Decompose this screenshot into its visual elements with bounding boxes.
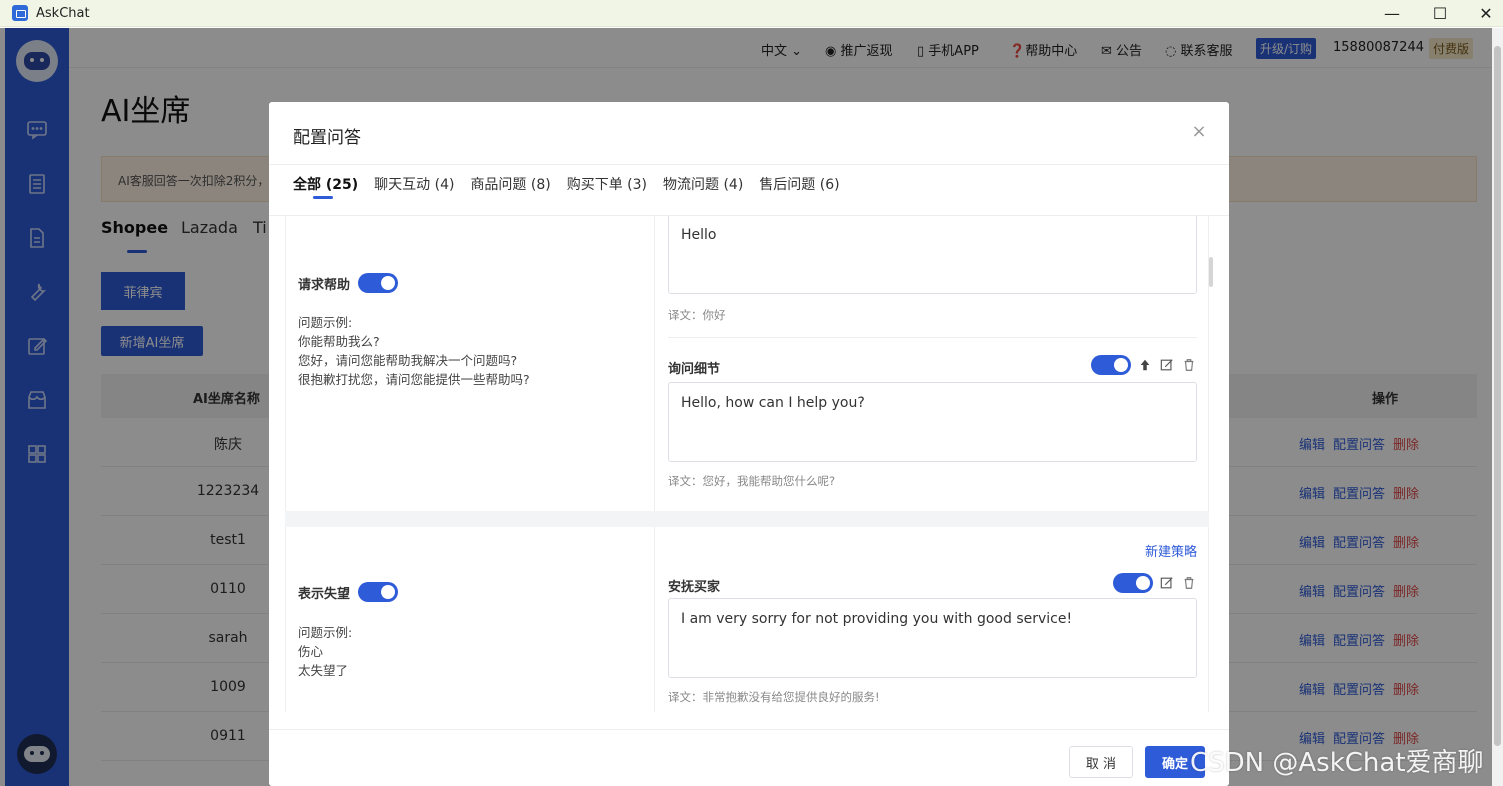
window-titlebar: AskChat — ☐ ✕ [0,0,1503,27]
reply-pane: Hello 译文：你好 询问细节 Hello, how can I help y… [656,216,1210,511]
edit-icon[interactable] [1159,575,1175,591]
tab-all[interactable]: 全部 (25) [293,174,358,204]
example-item: 伤心 [298,644,324,659]
divider [668,337,1197,338]
delete-icon[interactable] [1181,357,1197,373]
reply-textbox[interactable]: Hello [668,216,1197,294]
intent-toggle[interactable] [358,582,399,602]
intent-toggle[interactable] [358,273,399,293]
examples-title: 问题示例: [298,315,353,330]
examples-title: 问题示例: [298,625,353,640]
tab-aftersale[interactable]: 售后问题 (6) [759,174,839,204]
intent-label: 请求帮助 [298,277,351,293]
reply-textbox[interactable]: I am very sorry for not providing you wi… [668,598,1197,678]
intent-title: 请求帮助 [298,273,399,293]
intent-block: 请求帮助 问题示例: 你能帮助我么? 您好，请问您能帮助我解决一个问题吗? 很抱… [285,216,1209,511]
translation-text: 译文：您好，我能帮助您什么呢? [668,474,836,488]
question-examples: 问题示例: 你能帮助我么? 您好，请问您能帮助我解决一个问题吗? 很抱歉打扰您，… [298,313,530,389]
config-qa-modal: 配置问答 × 全部 (25) 聊天互动 (4) 商品问题 (8) 购买下单 (3… [269,102,1229,786]
question-examples: 问题示例: 伤心 太失望了 [298,623,352,680]
tab-indicator [313,196,333,199]
example-item: 你能帮助我么? [298,334,380,349]
strategy-label: 询问细节 [668,362,721,377]
strategy-label: 安抚买家 [668,580,721,595]
reply-pane: 新建策略 安抚买家 I am very sorry for not provid… [656,527,1210,712]
edit-icon[interactable] [1159,357,1175,373]
intent-block: 表示失望 问题示例: 伤心 太失望了 新建策略 安抚买家 I am very s… [285,527,1209,712]
translation-text: 译文：你好 [668,308,726,322]
tab-logistics[interactable]: 物流问题 (4) [663,174,743,204]
modal-divider [269,164,1229,165]
strategy-controls [1113,573,1197,593]
minimize-button[interactable]: — [1369,0,1415,27]
translation-text: 译文：非常抱歉没有给您提供良好的服务! [668,690,880,704]
intent-label: 表示失望 [298,586,351,602]
example-item: 您好，请问您能帮助我解决一个问题吗? [298,353,518,368]
page-scrollbar[interactable] [1492,28,1503,786]
intent-pane: 表示失望 问题示例: 伤心 太失望了 [286,527,655,712]
window-title: AskChat [36,5,90,21]
category-tabs: 全部 (25) 聊天互动 (4) 商品问题 (8) 购买下单 (3) 物流问题 … [293,174,840,204]
intent-pane: 请求帮助 问题示例: 你能帮助我么? 您好，请问您能帮助我解决一个问题吗? 很抱… [286,216,655,511]
example-item: 很抱歉打扰您，请问您能提供一些帮助吗? [298,372,530,387]
reply-textbox[interactable]: Hello, how can I help you? [668,382,1197,462]
close-icon[interactable]: × [1191,123,1207,141]
watermark: CSDN @AskChat爱商聊 [1190,748,1484,778]
intent-title: 表示失望 [298,582,399,602]
move-up-icon[interactable] [1137,357,1153,373]
strategy-controls [1091,355,1197,375]
app-logo-icon [12,5,28,21]
example-item: 太失望了 [298,663,349,678]
maximize-button[interactable]: ☐ [1417,0,1463,27]
delete-icon[interactable] [1181,575,1197,591]
content-scrollbar[interactable] [1209,257,1213,287]
cancel-button[interactable]: 取 消 [1069,746,1133,778]
strategy-toggle[interactable] [1113,573,1153,593]
strategy-toggle[interactable] [1091,355,1131,375]
footer-divider [269,729,1229,730]
tab-chat[interactable]: 聊天互动 (4) [374,174,454,204]
tab-order[interactable]: 购买下单 (3) [567,174,647,204]
modal-title: 配置问答 [293,128,361,148]
block-separator [285,511,1209,527]
tab-product[interactable]: 商品问题 (8) [470,174,550,204]
page-scrollbar-thumb[interactable] [1494,46,1501,746]
new-strategy-link[interactable]: 新建策略 [1145,541,1197,560]
qa-list[interactable]: 请求帮助 问题示例: 你能帮助我么? 您好，请问您能帮助我解决一个问题吗? 很抱… [285,216,1211,712]
close-window-button[interactable]: ✕ [1463,0,1503,27]
